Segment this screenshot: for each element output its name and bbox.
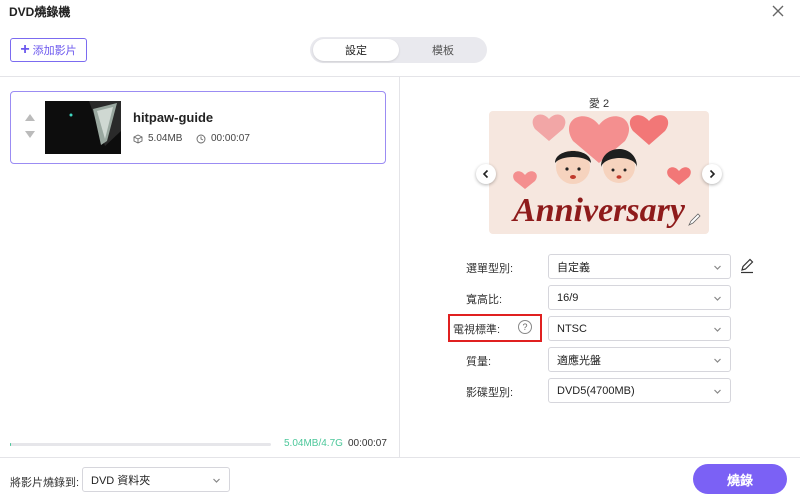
clock-icon — [196, 134, 206, 143]
video-duration-text: 00:00:07 — [211, 133, 250, 144]
template-name: 愛 2 — [588, 98, 610, 110]
next-template-button[interactable] — [702, 164, 722, 184]
chevron-down-icon — [714, 265, 721, 270]
burn-button[interactable]: 燒錄 — [693, 464, 787, 494]
quality-value: 適應光盤 — [557, 354, 601, 367]
aspect-ratio-select[interactable]: 16/9 — [548, 285, 731, 310]
edit-menu-icon[interactable] — [739, 258, 755, 274]
disc-type-value: DVD5(4700MB) — [557, 384, 635, 397]
burn-target-value: DVD 資料夾 — [91, 474, 151, 487]
disc-type-select[interactable]: DVD5(4700MB) — [548, 378, 731, 403]
add-video-label: 添加影片 — [32, 45, 77, 57]
video-list-item[interactable]: hitpaw-guide 5.04MB 00:00:07 — [10, 91, 386, 164]
menu-type-value: 自定義 — [557, 261, 590, 274]
tv-standard-label: 電視標準: — [453, 324, 501, 336]
plus-icon: + — [20, 41, 30, 58]
capacity-text: 5.04MB/4.7G — [284, 438, 343, 449]
video-size: 5.04MB — [133, 133, 182, 144]
template-banner-text: Anniversary — [511, 192, 686, 229]
tv-standard-value: NTSC — [557, 322, 587, 335]
chevron-down-icon — [714, 327, 721, 332]
total-duration: 00:00:07 — [348, 438, 387, 449]
title-bar: DVD燒錄機 — [0, 0, 800, 22]
chevron-down-icon — [714, 358, 721, 363]
prev-template-button[interactable] — [476, 164, 496, 184]
chevron-right-icon — [709, 169, 716, 179]
capacity-progress-fill — [10, 443, 12, 446]
burn-target-select[interactable]: DVD 資料夾 — [82, 467, 230, 492]
quality-select[interactable]: 適應光盤 — [548, 347, 731, 372]
file-size-icon — [133, 133, 143, 144]
video-thumbnail — [45, 101, 121, 154]
aspect-ratio-label: 寬高比: — [466, 294, 503, 306]
add-video-button[interactable]: + 添加影片 — [10, 38, 87, 62]
chevron-down-icon — [714, 389, 721, 394]
close-icon[interactable] — [770, 3, 786, 19]
tab-settings[interactable]: 設定 — [313, 39, 399, 61]
menu-type-select[interactable]: 自定義 — [548, 254, 731, 279]
footer-divider — [0, 457, 800, 458]
move-up-icon[interactable] — [25, 114, 35, 121]
menu-type-label: 選單型別: — [466, 263, 514, 275]
help-icon[interactable]: ? — [518, 320, 532, 334]
template-preview: Anniversary — [489, 111, 709, 234]
burn-to-label: 將影片燒錄到: — [10, 477, 80, 489]
disc-type-label: 影碟型別: — [466, 387, 514, 399]
capacity-progress-bar — [10, 443, 271, 446]
video-name: hitpaw-guide — [133, 110, 214, 125]
tab-templates[interactable]: 模板 — [400, 39, 486, 61]
aspect-ratio-value: 16/9 — [557, 291, 579, 304]
video-size-text: 5.04MB — [148, 133, 183, 144]
app-title: DVD燒錄機 — [9, 5, 71, 19]
chevron-down-icon — [213, 478, 220, 483]
header-divider — [0, 76, 800, 77]
tv-standard-select[interactable]: NTSC — [548, 316, 731, 341]
move-down-icon[interactable] — [25, 131, 35, 138]
quality-label: 質量: — [466, 356, 492, 368]
chevron-left-icon — [482, 169, 489, 179]
chevron-down-icon — [714, 296, 721, 301]
video-duration: 00:00:07 — [196, 133, 250, 144]
tab-switcher: 設定 模板 — [310, 37, 487, 63]
panel-divider — [399, 77, 400, 457]
